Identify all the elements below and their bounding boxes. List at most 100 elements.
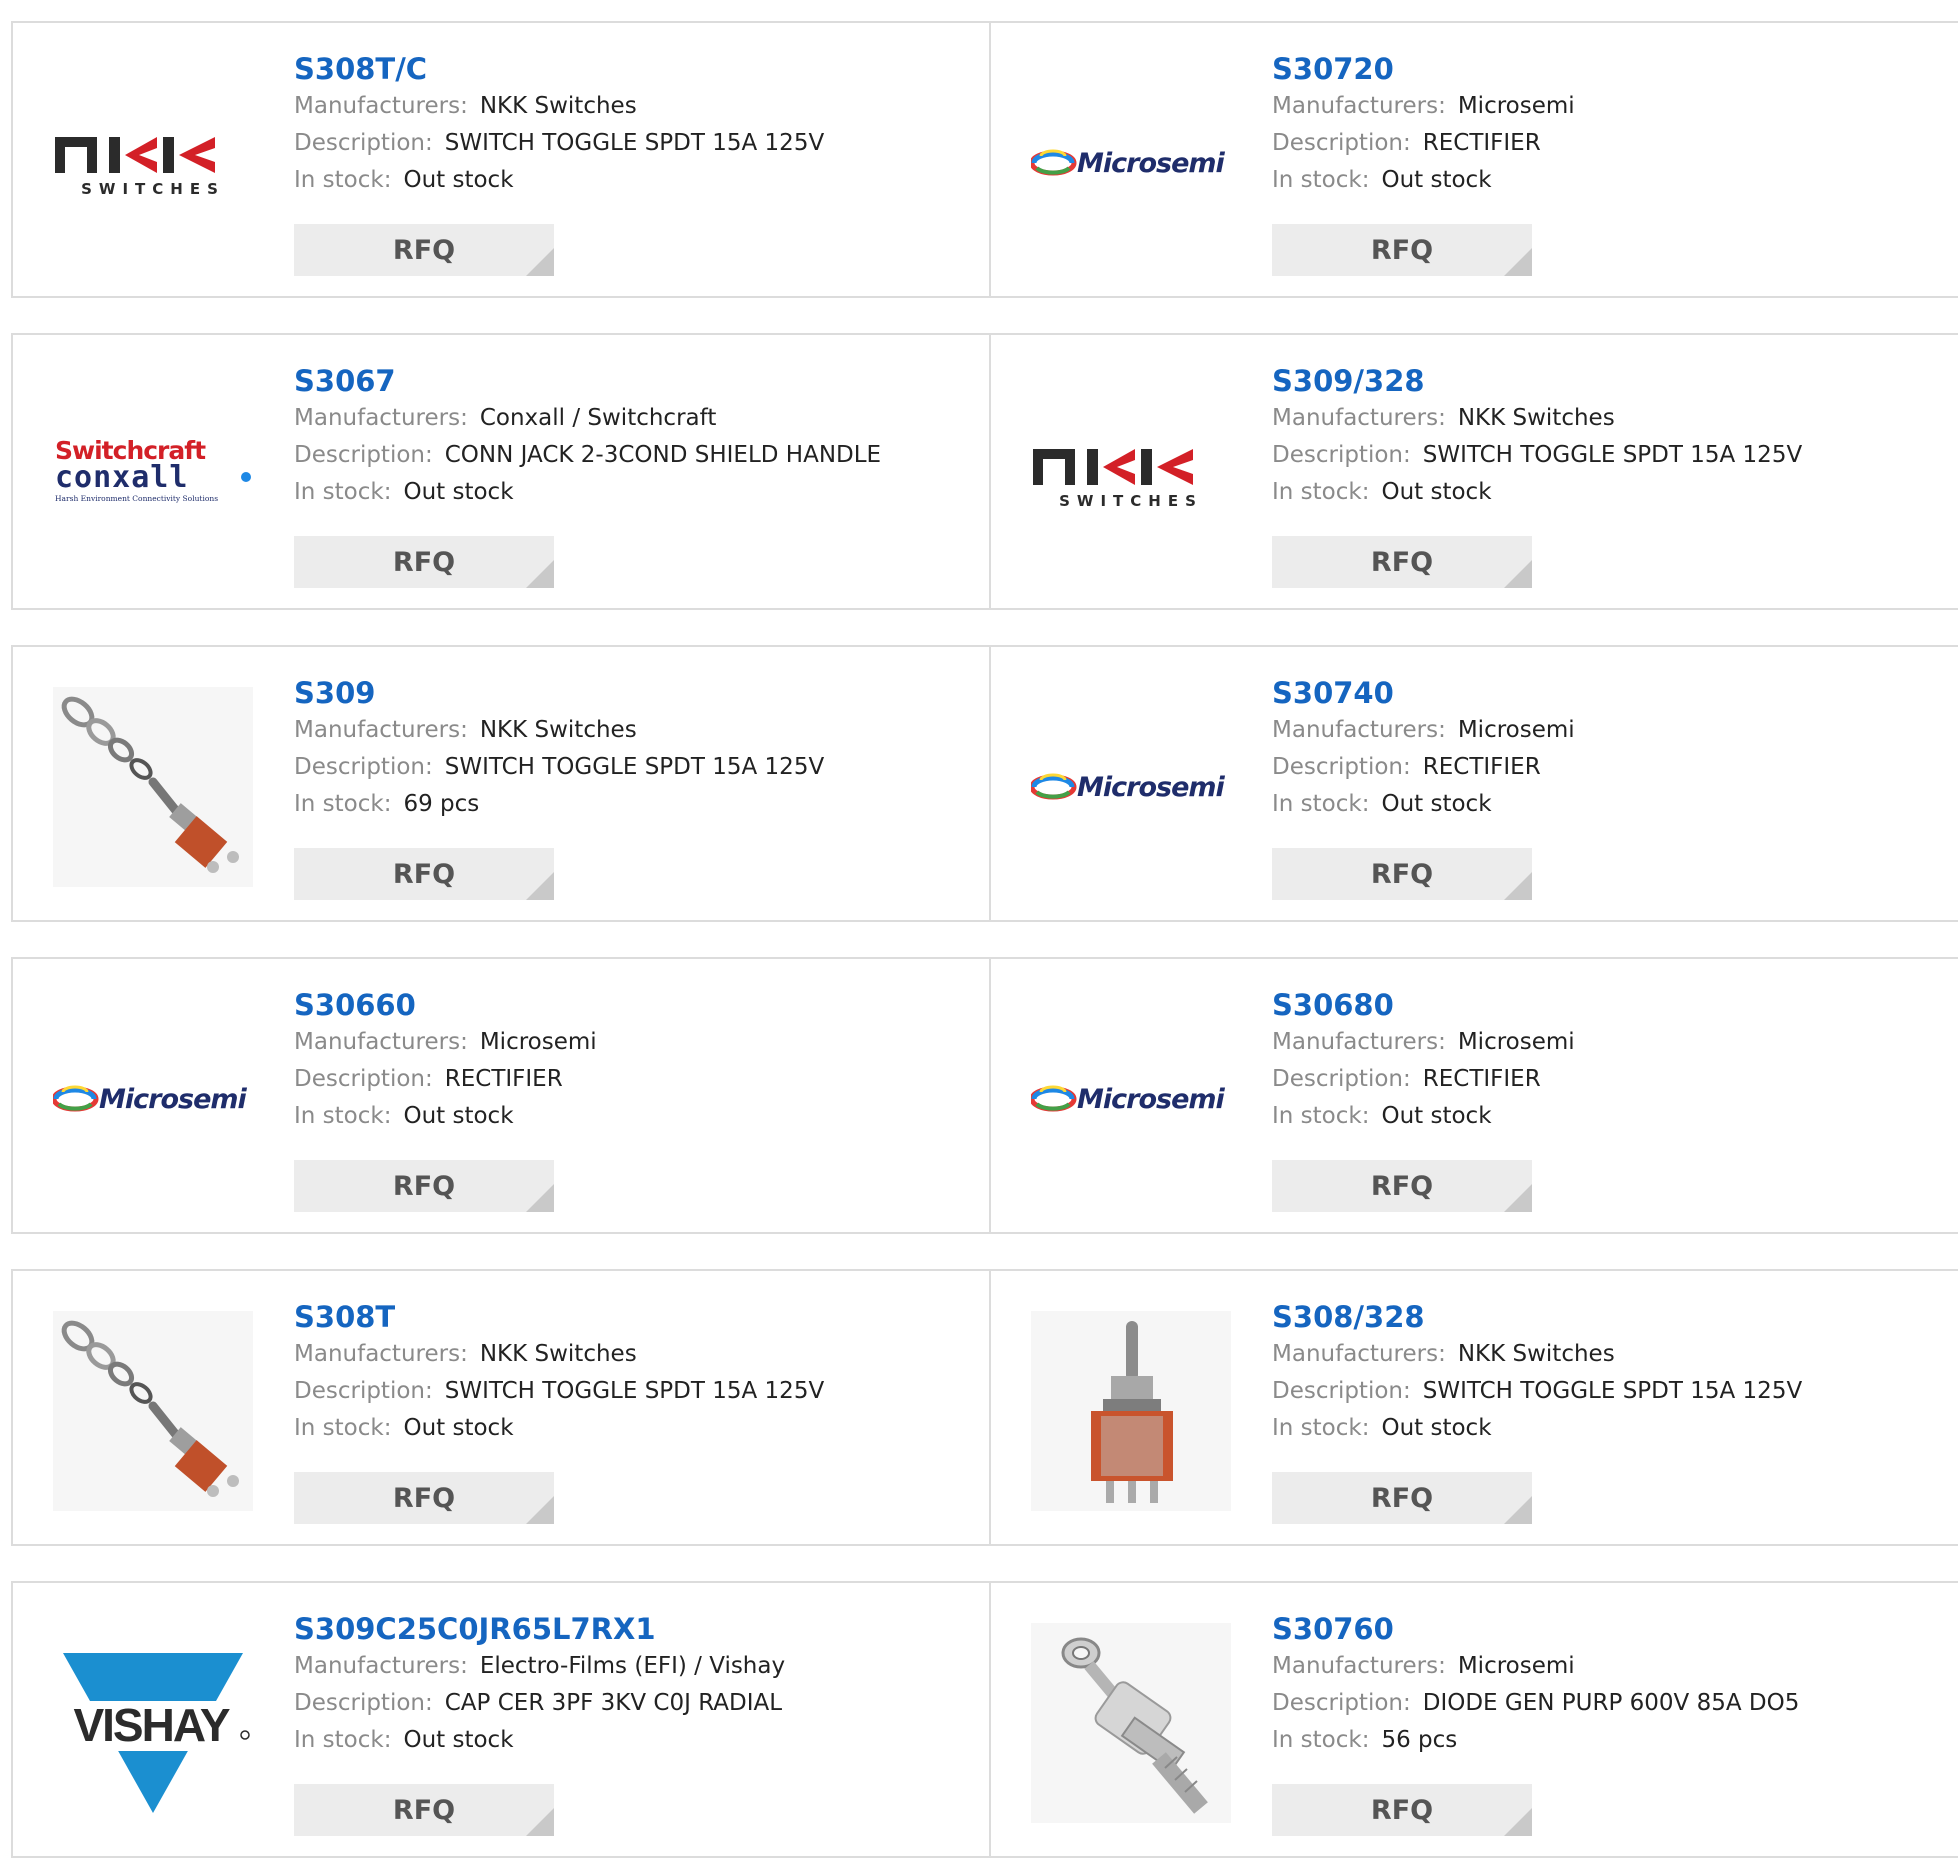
product-image[interactable]: Switchcraft conxall Harsh Environment Co…	[53, 375, 253, 575]
stock-value: Out stock	[1381, 167, 1492, 193]
product-image[interactable]: SWITCHES	[1031, 375, 1231, 575]
description-value: SWITCH TOGGLE SPDT 15A 125V	[444, 1378, 825, 1404]
description-label: Description:	[1272, 442, 1411, 468]
rfq-button[interactable]: RFQ	[1272, 848, 1532, 900]
rfq-button[interactable]: RFQ	[294, 1784, 554, 1836]
part-number-link[interactable]: S309C25C0JR65L7RX1	[294, 1610, 974, 1648]
manufacturer-value: Conxall / Switchcraft	[479, 405, 717, 431]
part-number-link[interactable]: S30760	[1272, 1610, 1952, 1648]
stock-row: In stock: Out stock	[294, 474, 974, 511]
rfq-button[interactable]: RFQ	[1272, 1784, 1532, 1836]
manufacturer-row: Manufacturers: Microsemi	[294, 1024, 974, 1061]
rfq-corner-decoration	[526, 1496, 554, 1524]
part-number-link[interactable]: S30740	[1272, 674, 1952, 712]
description-row: Description: RECTIFIER	[1272, 125, 1952, 162]
stock-row: In stock: Out stock	[1272, 1410, 1952, 1447]
part-number-link[interactable]: S3067	[294, 362, 974, 400]
product-image[interactable]: Microsemi	[1031, 999, 1231, 1199]
part-number-link[interactable]: S308T	[294, 1298, 974, 1336]
rfq-button[interactable]: RFQ	[294, 848, 554, 900]
product-card: Microsemi S30660 Manufacturers: Microsemi…	[11, 957, 991, 1234]
rfq-button[interactable]: RFQ	[294, 536, 554, 588]
product-info: S30720 Manufacturers: Microsemi Descripti…	[1272, 50, 1952, 199]
description-value: CONN JACK 2-3COND SHIELD HANDLE	[444, 442, 882, 468]
rfq-button[interactable]: RFQ	[1272, 1472, 1532, 1524]
product-image[interactable]: Microsemi	[1031, 63, 1231, 263]
rfq-label: RFQ	[1370, 546, 1434, 578]
part-number-link[interactable]: S308/328	[1272, 1298, 1952, 1336]
stock-value: Out stock	[1381, 1103, 1492, 1129]
description-value: DIODE GEN PURP 600V 85A DO5	[1422, 1690, 1800, 1716]
product-info: S308T/C Manufacturers: NKK Switches Descr…	[294, 50, 974, 199]
manufacturer-row: Manufacturers: NKK Switches	[1272, 1336, 1952, 1373]
stock-value: Out stock	[1381, 1415, 1492, 1441]
conxall-tagline: Harsh Environment Connectivity Solutions	[55, 494, 218, 503]
description-label: Description:	[294, 754, 433, 780]
product-image[interactable]	[53, 687, 253, 887]
product-info: S30740 Manufacturers: Microsemi Descripti…	[1272, 674, 1952, 823]
description-value: SWITCH TOGGLE SPDT 15A 125V	[1422, 1378, 1803, 1404]
microsemi-logo-text: Microsemi	[1077, 148, 1226, 179]
rfq-label: RFQ	[392, 546, 456, 578]
description-label: Description:	[294, 442, 433, 468]
product-info: S309C25C0JR65L7RX1 Manufacturers: Electro…	[294, 1610, 974, 1759]
product-card: S309 Manufacturers: NKK Switches Descript…	[11, 645, 991, 922]
product-card: Microsemi S30680 Manufacturers: Microsemi…	[989, 957, 1958, 1234]
description-label: Description:	[294, 1378, 433, 1404]
product-image[interactable]	[53, 1311, 253, 1511]
description-label: Description:	[1272, 754, 1411, 780]
description-value: CAP CER 3PF 3KV C0J RADIAL	[444, 1690, 783, 1716]
manufacturer-row: Manufacturers: Microsemi	[1272, 712, 1952, 749]
part-number-link[interactable]: S30720	[1272, 50, 1952, 88]
rfq-button[interactable]: RFQ	[294, 224, 554, 276]
rfq-label: RFQ	[1370, 1170, 1434, 1202]
rfq-button[interactable]: RFQ	[1272, 1160, 1532, 1212]
stock-label: In stock:	[1272, 791, 1370, 817]
stock-label: In stock:	[1272, 479, 1370, 505]
manufacturer-label: Manufacturers:	[1272, 1029, 1446, 1055]
product-image[interactable]: VISHAY	[53, 1623, 253, 1823]
rfq-button[interactable]: RFQ	[294, 1472, 554, 1524]
product-card: S308T Manufacturers: NKK Switches Descrip…	[11, 1269, 991, 1546]
stock-value: 69 pcs	[403, 791, 480, 817]
rfq-button[interactable]: RFQ	[1272, 536, 1532, 588]
manufacturer-label: Manufacturers:	[294, 1653, 468, 1679]
product-image[interactable]: SWITCHES	[53, 63, 253, 263]
stock-row: In stock: Out stock	[1272, 162, 1952, 199]
part-number-link[interactable]: S309	[294, 674, 974, 712]
toggle-switch-image	[1031, 1311, 1231, 1511]
product-image[interactable]: Microsemi	[1031, 687, 1231, 887]
rfq-corner-decoration	[526, 1808, 554, 1836]
product-card: SWITCHES S308T/C Manufacturers: NKK Switc…	[11, 21, 991, 298]
stock-label: In stock:	[294, 1415, 392, 1441]
stock-value: Out stock	[1381, 479, 1492, 505]
part-number-link[interactable]: S30660	[294, 986, 974, 1024]
stock-value: Out stock	[403, 479, 514, 505]
description-value: SWITCH TOGGLE SPDT 15A 125V	[444, 130, 825, 156]
description-row: Description: SWITCH TOGGLE SPDT 15A 125V	[1272, 1373, 1952, 1410]
description-value: SWITCH TOGGLE SPDT 15A 125V	[444, 754, 825, 780]
manufacturer-label: Manufacturers:	[1272, 1341, 1446, 1367]
rfq-label: RFQ	[392, 1794, 456, 1826]
manufacturer-label: Manufacturers:	[1272, 1653, 1446, 1679]
stock-row: In stock: 69 pcs	[294, 786, 974, 823]
product-image[interactable]	[1031, 1311, 1231, 1511]
part-number-link[interactable]: S30680	[1272, 986, 1952, 1024]
stock-label: In stock:	[294, 167, 392, 193]
part-number-link[interactable]: S309/328	[1272, 362, 1952, 400]
rfq-button[interactable]: RFQ	[294, 1160, 554, 1212]
rfq-corner-decoration	[1504, 1496, 1532, 1524]
part-number-link[interactable]: S308T/C	[294, 50, 974, 88]
manufacturer-row: Manufacturers: Electro-Films (EFI) / Vish…	[294, 1648, 974, 1685]
rfq-corner-decoration	[1504, 248, 1532, 276]
stock-value: Out stock	[403, 167, 514, 193]
rfq-button[interactable]: RFQ	[1272, 224, 1532, 276]
rfq-corner-decoration	[526, 248, 554, 276]
stock-row: In stock: Out stock	[294, 1722, 974, 1759]
description-row: Description: DIODE GEN PURP 600V 85A DO5	[1272, 1685, 1952, 1722]
product-image[interactable]: Microsemi	[53, 999, 253, 1199]
product-info: S30660 Manufacturers: Microsemi Descripti…	[294, 986, 974, 1135]
rfq-label: RFQ	[1370, 858, 1434, 890]
conxall-logo-text: conxall	[55, 460, 188, 495]
product-image[interactable]	[1031, 1623, 1231, 1823]
